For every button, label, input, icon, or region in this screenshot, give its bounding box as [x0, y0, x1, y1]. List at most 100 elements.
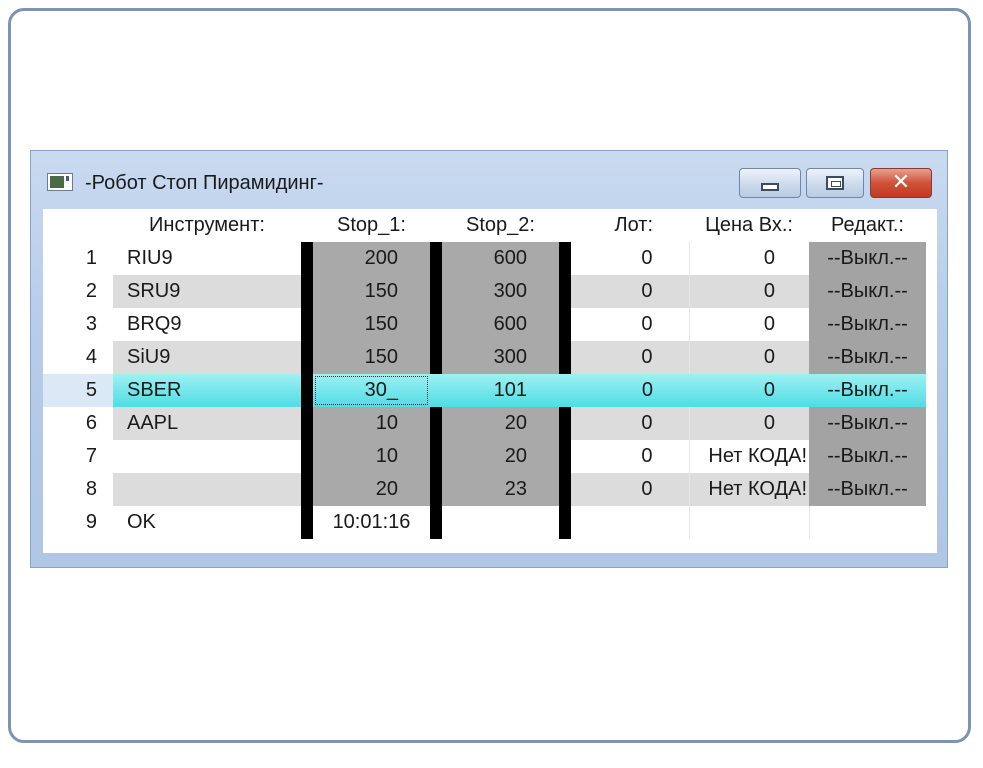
instrument-cell[interactable]: RIU9 — [113, 242, 301, 275]
instrument-cell[interactable]: SiU9 — [113, 341, 301, 374]
lot-cell[interactable]: 0 — [571, 440, 689, 473]
instrument-cell[interactable]: AAPL — [113, 407, 301, 440]
column-separator — [301, 407, 313, 440]
edit-toggle-cell[interactable]: --Выкл.-- — [809, 341, 926, 374]
close-icon: ✕ — [891, 170, 911, 195]
stop-2-cell — [442, 506, 559, 539]
stop-2-cell[interactable]: 300 — [442, 341, 559, 374]
stop-2-cell[interactable]: 23 — [442, 473, 559, 506]
edit-toggle-cell[interactable]: --Выкл.-- — [809, 440, 926, 473]
edit-toggle-cell[interactable]: --Выкл.-- — [809, 242, 926, 275]
entry-price-cell[interactable]: 0 — [688, 242, 809, 275]
stop-2-cell[interactable]: 600 — [442, 308, 559, 341]
table-row[interactable]: 7 10 20 0 Нет КОДА! --Выкл.-- — [43, 440, 926, 473]
entry-price-cell[interactable]: Нет КОДА! — [688, 473, 809, 506]
stop-1-cell[interactable]: 150 — [313, 275, 430, 308]
column-separator — [301, 440, 313, 473]
instrument-cell[interactable] — [113, 440, 301, 473]
column-separator — [301, 341, 313, 374]
column-separator — [301, 506, 313, 539]
entry-price-cell[interactable]: Нет КОДА! — [688, 440, 809, 473]
lot-cell — [571, 506, 689, 539]
status-row: 9 OK 10:01:16 — [43, 506, 926, 539]
stop-2-cell[interactable]: 300 — [442, 275, 559, 308]
entry-price-cell[interactable]: 0 — [688, 341, 809, 374]
title-bar[interactable]: -Робот Стоп Пирамидинг- ✕ — [31, 151, 947, 209]
instrument-cell[interactable]: BRQ9 — [113, 308, 301, 341]
row-number: 8 — [43, 473, 113, 506]
header-stop-2[interactable]: Stop_2: — [442, 209, 559, 242]
entry-price-cell — [688, 506, 809, 539]
table-row[interactable]: 4 SiU9 150 300 0 0 --Выкл.-- — [43, 341, 926, 374]
header-entry-price[interactable]: Цена Вх.: — [689, 209, 809, 242]
entry-price-cell[interactable]: 0 — [689, 374, 809, 407]
edit-toggle-cell[interactable]: --Выкл.-- — [809, 407, 926, 440]
row-number: 7 — [43, 440, 113, 473]
table-row[interactable]: 1 RIU9 200 600 0 0 --Выкл.-- — [43, 242, 926, 275]
status-time: 10:01:16 — [313, 506, 430, 539]
window-title: -Робот Стоп Пирамидинг- — [85, 172, 324, 194]
instrument-cell[interactable] — [113, 473, 301, 506]
column-separator — [430, 407, 442, 440]
table-row[interactable]: 6 AAPL 10 20 0 0 --Выкл.-- — [43, 407, 926, 440]
table-row-selected[interactable]: 5 SBER 30_ 101 0 0 --Выкл.-- — [43, 374, 926, 407]
app-window-icon[interactable] — [47, 173, 73, 191]
column-separator — [559, 473, 571, 506]
lot-cell[interactable]: 0 — [571, 242, 689, 275]
stop-2-cell[interactable]: 20 — [442, 407, 559, 440]
entry-price-cell[interactable]: 0 — [688, 275, 809, 308]
edit-toggle-cell[interactable]: --Выкл.-- — [809, 473, 926, 506]
minimize-button[interactable] — [739, 168, 801, 198]
lot-cell[interactable]: 0 — [571, 275, 689, 308]
header-edit[interactable]: Редакт.: — [809, 209, 926, 242]
stop-2-cell[interactable]: 20 — [442, 440, 559, 473]
header-stop-1[interactable]: Stop_1: — [313, 209, 430, 242]
table-row[interactable]: 2 SRU9 150 300 0 0 --Выкл.-- — [43, 275, 926, 308]
lot-cell[interactable]: 0 — [571, 473, 689, 506]
column-separator — [301, 374, 313, 407]
data-grid[interactable]: Инструмент: Stop_1: Stop_2: Лот: Цена Вх… — [43, 209, 937, 553]
stop-1-cell[interactable]: 10 — [313, 440, 430, 473]
column-separator — [430, 275, 442, 308]
table-row[interactable]: 8 20 23 0 Нет КОДА! --Выкл.-- — [43, 473, 926, 506]
stop-2-cell[interactable]: 101 — [442, 374, 559, 407]
stop-1-cell[interactable]: 150 — [313, 341, 430, 374]
robot-window: -Робот Стоп Пирамидинг- ✕ Инструмент: St… — [30, 150, 948, 568]
entry-price-cell[interactable]: 0 — [688, 308, 809, 341]
instrument-cell[interactable]: SBER — [113, 374, 301, 407]
column-separator — [301, 308, 313, 341]
row-number: 5 — [43, 374, 113, 407]
stop-1-cell-editing[interactable]: 30_ — [313, 374, 430, 407]
table-row[interactable]: 3 BRQ9 150 600 0 0 --Выкл.-- — [43, 308, 926, 341]
edit-toggle-cell[interactable]: --Выкл.-- — [809, 308, 926, 341]
column-separator — [559, 374, 571, 407]
column-separator — [559, 242, 571, 275]
row-number: 3 — [43, 308, 113, 341]
column-separator — [430, 242, 442, 275]
stop-1-cell[interactable]: 150 — [313, 308, 430, 341]
lot-cell[interactable]: 0 — [571, 308, 689, 341]
column-separator — [430, 506, 442, 539]
stop-1-cell[interactable]: 200 — [313, 242, 430, 275]
column-separator — [301, 473, 313, 506]
stop-1-cell[interactable]: 10 — [313, 407, 430, 440]
header-lot[interactable]: Лот: — [571, 209, 689, 242]
column-separator — [559, 506, 571, 539]
edit-toggle-cell[interactable]: --Выкл.-- — [809, 374, 926, 407]
instrument-cell[interactable]: SRU9 — [113, 275, 301, 308]
edit-toggle-cell[interactable]: --Выкл.-- — [809, 275, 926, 308]
header-instrument[interactable]: Инструмент: — [113, 209, 301, 242]
entry-price-cell[interactable]: 0 — [688, 407, 809, 440]
minimize-icon — [761, 183, 779, 191]
close-button[interactable]: ✕ — [870, 168, 932, 198]
stop-1-cell[interactable]: 20 — [313, 473, 430, 506]
lot-cell[interactable]: 0 — [571, 374, 689, 407]
status-text: OK — [113, 506, 301, 539]
lot-cell[interactable]: 0 — [571, 407, 689, 440]
stop-2-cell[interactable]: 600 — [442, 242, 559, 275]
maximize-button[interactable] — [806, 168, 864, 198]
lot-cell[interactable]: 0 — [571, 341, 689, 374]
edit-toggle-cell — [808, 506, 926, 539]
column-separator — [559, 308, 571, 341]
column-separator — [559, 275, 571, 308]
